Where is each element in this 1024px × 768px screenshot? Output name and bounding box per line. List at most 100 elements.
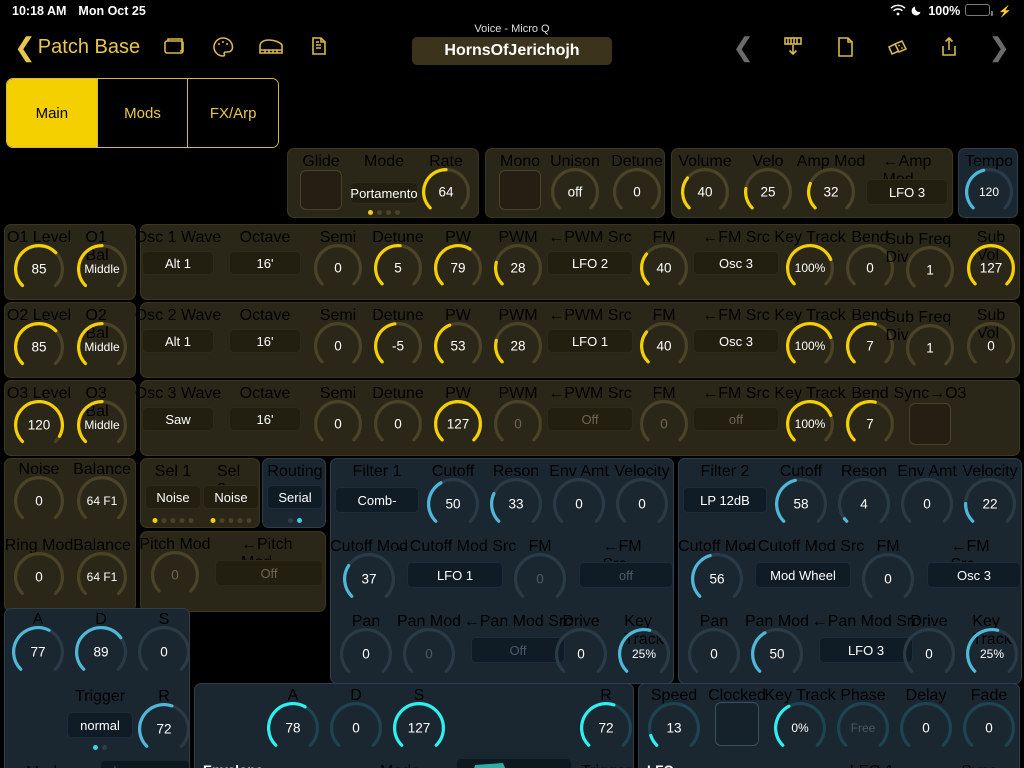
osc2-semi-knob[interactable]: 0 <box>314 322 362 370</box>
osc3-fm-src-select[interactable]: off <box>693 407 779 431</box>
amp-mod-knob[interactable]: 32 <box>807 168 855 216</box>
filter1-pan-knob[interactable]: 0 <box>340 628 392 680</box>
filter-env-d-knob[interactable]: 89 <box>75 626 127 678</box>
routing-select[interactable]: Serial <box>267 485 323 509</box>
glide-rate-knob[interactable]: 64 <box>422 168 470 216</box>
noise-balance-knob[interactable]: 64 F1 <box>77 476 127 526</box>
filter1-drive-knob[interactable]: 0 <box>555 628 607 680</box>
osc1-level-knob[interactable]: 85 <box>14 244 64 294</box>
filter2-cutoffmod-knob[interactable]: 56 <box>691 553 743 605</box>
osc3-level-knob[interactable]: 120 <box>14 400 64 450</box>
osc1-subdiv-knob[interactable]: 1 <box>906 246 954 294</box>
osc1-semi-knob[interactable]: 0 <box>314 244 362 292</box>
filter2-fm-knob[interactable]: 0 <box>862 553 914 605</box>
lfo-phase-knob[interactable]: Free <box>837 702 889 754</box>
ringmod-balance-knob[interactable]: 64 F1 <box>77 552 127 602</box>
tempo-knob[interactable]: 120 <box>965 168 1013 216</box>
filter1-panmod-knob[interactable]: 0 <box>403 628 455 680</box>
filter2-pan-knob[interactable]: 0 <box>688 628 740 680</box>
osc3-detune-knob[interactable]: 0 <box>374 400 422 448</box>
filter2-reson-knob[interactable]: 4 <box>838 478 890 530</box>
osc3-pwm-knob[interactable]: 0 <box>494 400 542 448</box>
osc3-wave-select[interactable]: Saw <box>142 407 214 431</box>
sel1-select[interactable]: Noise <box>145 485 201 509</box>
lfo-delay-knob[interactable]: 0 <box>900 702 952 754</box>
filter2-cutoffmod-src-select[interactable]: Mod Wheel <box>755 562 851 588</box>
filter1-envamt-knob[interactable]: 0 <box>553 478 605 530</box>
osc2-keytrack-knob[interactable]: 100% <box>786 322 834 370</box>
osc2-pwm-knob[interactable]: 28 <box>494 322 542 370</box>
osc2-detune-knob[interactable]: -5 <box>374 322 422 370</box>
glide-mode-select[interactable]: Portamento <box>350 182 418 204</box>
osc2-level-knob[interactable]: 85 <box>14 322 64 372</box>
filter-env-s-knob[interactable]: 0 <box>138 626 190 678</box>
folder-icon[interactable] <box>162 34 188 60</box>
osc2-pw-knob[interactable]: 53 <box>434 322 482 370</box>
osc1-fm-src-select[interactable]: Osc 3 <box>693 251 779 275</box>
osc1-pwm-src-select[interactable]: LFO 2 <box>547 251 633 275</box>
osc2-bal-knob[interactable]: Middle <box>77 322 127 372</box>
osc3-keytrack-knob[interactable]: 100% <box>786 400 834 448</box>
randomize-icon[interactable] <box>884 34 910 60</box>
osc3-pwm-src-select[interactable]: Off <box>547 407 633 431</box>
pitch-mod-src-select[interactable]: Off <box>215 560 323 586</box>
copy-document-icon[interactable] <box>306 34 332 60</box>
osc1-subvol-knob[interactable]: 127 <box>967 244 1015 292</box>
lfo-clocked-toggle[interactable] <box>715 702 759 746</box>
filter1-reson-knob[interactable]: 33 <box>490 478 542 530</box>
filter1-cutoffmod-knob[interactable]: 37 <box>343 553 395 605</box>
osc3-bend-knob[interactable]: 7 <box>846 400 894 448</box>
filter1-panmod-src-select[interactable]: Off <box>471 637 565 663</box>
osc2-fm-knob[interactable]: 40 <box>640 322 688 370</box>
osc1-keytrack-knob[interactable]: 100% <box>786 244 834 292</box>
velo-knob[interactable]: 25 <box>744 168 792 216</box>
filter2-type-select[interactable]: LP 12dB <box>683 487 767 513</box>
osc2-subvol-knob[interactable]: 0 <box>967 322 1015 370</box>
amp-mod-src-select[interactable]: LFO 3 <box>866 179 948 205</box>
osc1-pw-knob[interactable]: 79 <box>434 244 482 292</box>
amp-env-r-knob[interactable]: 72 <box>580 702 632 754</box>
osc1-fm-knob[interactable]: 40 <box>640 244 688 292</box>
filter-env-a-knob[interactable]: 77 <box>12 626 64 678</box>
lfo-keytrack-knob[interactable]: 0% <box>774 702 826 754</box>
filter2-panmod-src-select[interactable]: LFO 3 <box>819 637 913 663</box>
prev-chevron-icon[interactable]: ❮ <box>732 32 754 63</box>
patch-name[interactable]: HornsOfJerichojh <box>412 37 612 65</box>
glide-toggle[interactable] <box>300 170 342 210</box>
osc3-sync-toggle[interactable] <box>909 403 951 445</box>
osc1-detune-knob[interactable]: 5 <box>374 244 422 292</box>
ringmod-knob[interactable]: 0 <box>14 552 64 602</box>
filter1-velocity-knob[interactable]: 0 <box>616 478 668 530</box>
volume-knob[interactable]: 40 <box>681 168 729 216</box>
filter1-cutoff-knob[interactable]: 50 <box>427 478 479 530</box>
filter2-panmod-knob[interactable]: 50 <box>751 628 803 680</box>
filter1-fm-src-select[interactable]: off <box>579 562 673 588</box>
osc3-pw-knob[interactable]: 127 <box>434 400 482 448</box>
next-chevron-icon[interactable]: ❯ <box>988 32 1010 63</box>
filter1-type-select[interactable]: Comb- <box>335 487 419 513</box>
mono-toggle[interactable] <box>499 170 541 210</box>
filter2-velocity-knob[interactable]: 22 <box>964 478 1016 530</box>
filter1-cutoffmod-src-select[interactable]: LFO 1 <box>407 562 503 588</box>
filter2-drive-knob[interactable]: 0 <box>903 628 955 680</box>
filter2-cutoff-knob[interactable]: 58 <box>775 478 827 530</box>
filter-env-r-knob[interactable]: 72 <box>138 703 190 755</box>
osc2-pwm-src-select[interactable]: LFO 1 <box>547 329 633 353</box>
osc3-fm-knob[interactable]: 0 <box>640 400 688 448</box>
amp-env-d-knob[interactable]: 0 <box>330 702 382 754</box>
osc1-pwm-knob[interactable]: 28 <box>494 244 542 292</box>
lfo-fade-knob[interactable]: 0 <box>963 702 1015 754</box>
download-icon[interactable] <box>780 34 806 60</box>
osc3-octave-select[interactable]: 16' <box>229 407 301 431</box>
piano-icon[interactable] <box>258 34 284 60</box>
osc2-fm-src-select[interactable]: Osc 3 <box>693 329 779 353</box>
osc1-octave-select[interactable]: 16' <box>229 251 301 275</box>
sel2-select[interactable]: Noise <box>203 485 259 509</box>
tab-main[interactable]: Main <box>7 79 98 147</box>
new-document-icon[interactable] <box>832 34 858 60</box>
palette-icon[interactable] <box>210 34 236 60</box>
filter2-envamt-knob[interactable]: 0 <box>901 478 953 530</box>
lfo-speed-knob[interactable]: 13 <box>648 702 700 754</box>
osc3-bal-knob[interactable]: Middle <box>77 400 127 450</box>
unison-knob[interactable]: off <box>551 168 599 216</box>
